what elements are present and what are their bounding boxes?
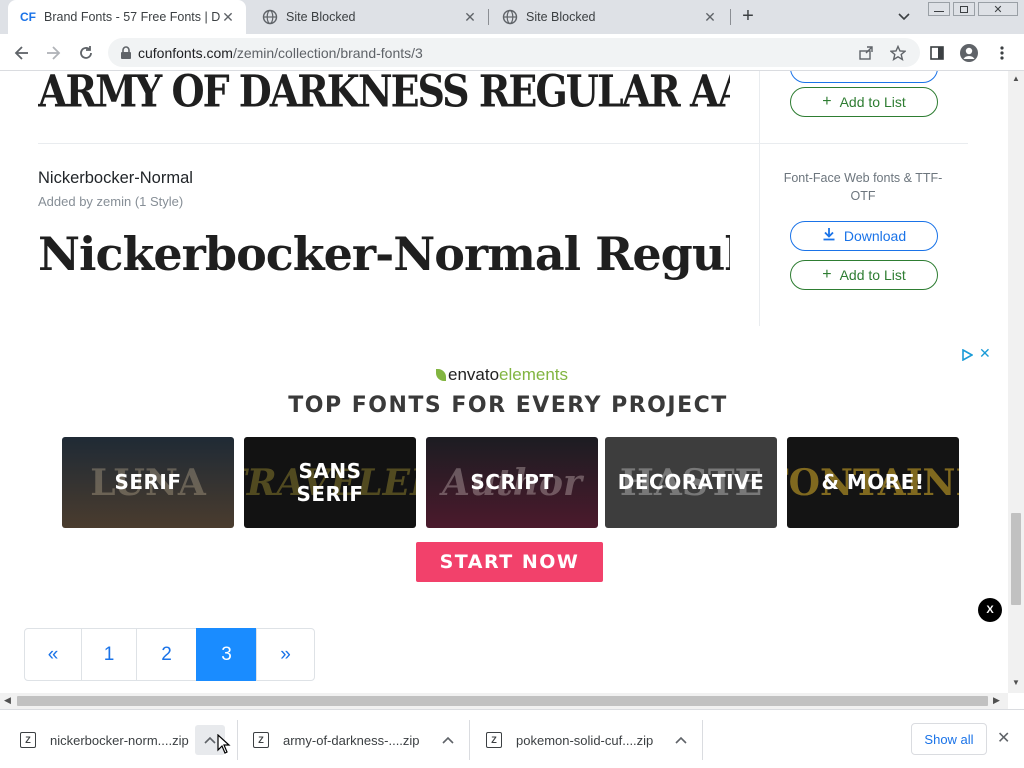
add-to-list-button-nickerbocker[interactable]: + Add to List — [790, 260, 938, 290]
back-arrow-icon[interactable] — [8, 39, 36, 67]
tab-title: Site Blocked — [286, 10, 356, 24]
ad-tile-more[interactable]: FONTAINE & MORE! — [787, 437, 959, 528]
leaf-icon — [436, 369, 446, 381]
address-bar[interactable]: cufonfonts.com/zemin/collection/brand-fo… — [108, 38, 920, 67]
download-filename: nickerbocker-norm....zip — [50, 732, 189, 748]
more-menu-icon[interactable] — [988, 39, 1016, 67]
download-filename: pokemon-solid-cuf....zip — [516, 732, 654, 748]
pagination-page-1[interactable]: 1 — [81, 628, 137, 681]
close-tab-icon[interactable]: ✕ — [462, 9, 478, 25]
envato-logo: envato elements — [436, 365, 568, 385]
start-now-button[interactable]: START NOW — [416, 542, 603, 582]
cufonfonts-favicon-icon: CF — [20, 10, 36, 24]
font-name-nickerbocker[interactable]: Nickerbocker-Normal — [38, 169, 193, 188]
download-label: Download — [843, 228, 907, 244]
zip-file-icon: Z — [486, 732, 502, 748]
tab-search-chevron-icon[interactable] — [895, 8, 913, 26]
share-icon[interactable] — [852, 39, 880, 67]
globe-icon — [502, 9, 518, 25]
download-button-army-of-darkness[interactable] — [790, 71, 938, 83]
restore-window-icon[interactable] — [953, 2, 975, 16]
download-icon — [822, 227, 836, 245]
download-filename: army-of-darkness-....zip — [283, 732, 420, 748]
pagination-next[interactable]: » — [256, 628, 315, 681]
close-tab-icon[interactable]: ✕ — [702, 9, 718, 25]
scroll-right-arrow-icon[interactable]: ▶ — [993, 695, 1000, 706]
plus-icon: + — [822, 93, 832, 110]
column-divider — [759, 71, 760, 326]
zip-file-icon: Z — [253, 732, 269, 748]
plus-icon: + — [822, 266, 832, 283]
side-panel-icon[interactable] — [923, 39, 951, 67]
download-item-army-of-darkness[interactable]: Z army-of-darkness-....zip — [253, 718, 465, 762]
chevron-up-icon[interactable] — [433, 725, 463, 755]
profile-avatar-icon[interactable] — [955, 39, 983, 67]
ad-tile-sans-serif[interactable]: TRAVELER SANS SERIF — [244, 437, 416, 528]
font-preview-nickerbocker: Nickerbocker-Normal Regular AaBbCc — [38, 227, 730, 281]
download-item-pokemon-solid[interactable]: Z pokemon-solid-cuf....zip — [486, 718, 698, 762]
font-added-by: Added by zemin (1 Style) — [38, 194, 184, 209]
download-button-nickerbocker[interactable]: Download — [790, 221, 938, 251]
forward-arrow-icon[interactable] — [39, 39, 67, 67]
new-tab-icon[interactable]: + — [738, 5, 758, 27]
ad-tile-decorative[interactable]: HASTE DECORATIVE — [605, 437, 777, 528]
download-item-nickerbocker[interactable]: Z nickerbocker-norm....zip — [20, 718, 232, 762]
chevron-up-icon[interactable] — [666, 725, 696, 755]
tab-title: Brand Fonts - 57 Free Fonts | Dow — [44, 10, 220, 24]
browser-toolbar: cufonfonts.com/zemin/collection/brand-fo… — [0, 34, 1024, 71]
tab-site-blocked-1[interactable]: Site Blocked ✕ — [250, 0, 488, 34]
ad-tile-serif[interactable]: LUNA SERIF — [62, 437, 234, 528]
close-download-bar-icon[interactable]: ✕ — [997, 728, 1010, 748]
add-to-list-label: Add to List — [839, 94, 906, 110]
pagination-prev[interactable]: « — [24, 628, 82, 681]
scroll-down-arrow-icon[interactable]: ▼ — [1012, 678, 1020, 687]
add-to-list-label: Add to List — [839, 267, 906, 283]
horizontal-scrollbar[interactable]: ◀ ▶ — [0, 693, 1008, 709]
url-path: /zemin/collection/brand-fonts/3 — [232, 44, 423, 61]
ad-tile-script[interactable]: Author SCRIPT — [426, 437, 598, 528]
ad-close-icon[interactable]: ✕ — [979, 345, 991, 362]
add-to-list-button-army-of-darkness[interactable]: + Add to List — [790, 87, 938, 117]
download-bar: Z nickerbocker-norm....zip Z army-of-dar… — [0, 709, 1024, 768]
envato-ad[interactable]: ✕ envato elements TOP FONTS FOR EVERY PRO… — [0, 341, 1008, 591]
ad-dismiss-button[interactable]: X — [978, 598, 1002, 622]
lock-icon[interactable] — [120, 45, 132, 60]
adchoices-icon[interactable] — [961, 348, 974, 362]
tab-brand-fonts[interactable]: CF Brand Fonts - 57 Free Fonts | Dow ✕ — [8, 0, 246, 34]
scroll-left-arrow-icon[interactable]: ◀ — [4, 695, 11, 706]
row-divider — [38, 143, 968, 144]
url-domain: cufonfonts.com — [138, 44, 233, 61]
horizontal-scroll-thumb[interactable] — [17, 696, 988, 706]
ad-headline: TOP FONTS FOR EVERY PROJECT — [288, 393, 728, 418]
font-preview-army-of-darkness: ARMY OF DARKNESS REGULAR AABBCCDDEEFFGGH… — [38, 71, 730, 117]
reload-icon[interactable] — [72, 39, 100, 67]
page-content: ARMY OF DARKNESS REGULAR AABBCCDDEEFFGGH… — [0, 71, 1008, 693]
zip-file-icon: Z — [20, 732, 36, 748]
close-tab-icon[interactable]: ✕ — [220, 9, 236, 25]
scroll-up-arrow-icon[interactable]: ▲ — [1012, 74, 1020, 83]
show-all-downloads-button[interactable]: Show all — [911, 723, 987, 755]
tab-strip: CF Brand Fonts - 57 Free Fonts | Dow ✕ S… — [0, 0, 1024, 34]
globe-icon — [262, 9, 278, 25]
pagination-page-2[interactable]: 2 — [136, 628, 197, 681]
tab-title: Site Blocked — [526, 10, 596, 24]
mouse-cursor-icon — [217, 733, 231, 754]
vertical-scroll-thumb[interactable] — [1011, 513, 1021, 605]
pagination-page-3-current[interactable]: 3 — [196, 628, 257, 681]
font-formats-text: Font-Face Web fonts & TTF-OTF — [783, 171, 943, 203]
close-window-icon[interactable]: ✕ — [978, 2, 1018, 16]
tab-site-blocked-2[interactable]: Site Blocked ✕ — [490, 0, 728, 34]
bookmark-star-icon[interactable] — [884, 39, 912, 67]
vertical-scrollbar[interactable]: ▲ ▼ — [1008, 71, 1024, 693]
minimize-window-icon[interactable] — [928, 2, 950, 16]
